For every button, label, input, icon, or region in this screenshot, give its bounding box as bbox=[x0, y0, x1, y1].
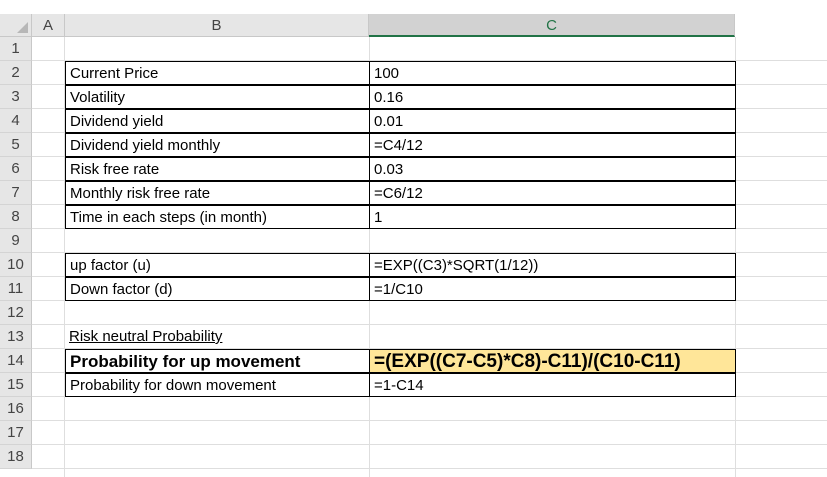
column-header-b[interactable]: B bbox=[65, 14, 369, 37]
select-all-button[interactable] bbox=[0, 14, 32, 37]
cell-c6[interactable]: 0.03 bbox=[369, 157, 736, 181]
cell-c8[interactable]: 1 bbox=[369, 205, 736, 229]
row-header-16[interactable]: 16 bbox=[0, 397, 32, 421]
cell-b15[interactable]: Probability for down movement bbox=[65, 373, 370, 397]
cell-c14[interactable]: =(EXP((C7-C5)*C8)-C11)/(C10-C11) bbox=[369, 349, 736, 373]
cell-b2[interactable]: Current Price bbox=[65, 61, 370, 85]
cell-b3[interactable]: Volatility bbox=[65, 85, 370, 109]
row-header-12[interactable]: 12 bbox=[0, 301, 32, 325]
cell-b13[interactable]: Risk neutral Probability bbox=[65, 325, 369, 349]
row-header-13[interactable]: 13 bbox=[0, 325, 32, 349]
select-all-triangle-icon bbox=[17, 22, 28, 33]
column-header-c[interactable]: C bbox=[369, 14, 735, 37]
row-header-14[interactable]: 14 bbox=[0, 349, 32, 373]
cell-c11[interactable]: =1/C10 bbox=[369, 277, 736, 301]
cell-c15[interactable]: =1-C14 bbox=[369, 373, 736, 397]
row-header-3[interactable]: 3 bbox=[0, 85, 32, 109]
gridline bbox=[32, 444, 827, 445]
row-header-2[interactable]: 2 bbox=[0, 61, 32, 85]
row-header-15[interactable]: 15 bbox=[0, 373, 32, 397]
row-header-1[interactable]: 1 bbox=[0, 37, 32, 61]
cell-c4[interactable]: 0.01 bbox=[369, 109, 736, 133]
cell-b11[interactable]: Down factor (d) bbox=[65, 277, 370, 301]
cell-b5[interactable]: Dividend yield monthly bbox=[65, 133, 370, 157]
row-header-17[interactable]: 17 bbox=[0, 421, 32, 445]
cell-c10[interactable]: =EXP((C3)*SQRT(1/12)) bbox=[369, 253, 736, 277]
row-header-11[interactable]: 11 bbox=[0, 277, 32, 301]
row-header-18[interactable]: 18 bbox=[0, 445, 32, 469]
cell-b8[interactable]: Time in each steps (in month) bbox=[65, 205, 370, 229]
row-header-5[interactable]: 5 bbox=[0, 133, 32, 157]
cell-c7[interactable]: =C6/12 bbox=[369, 181, 736, 205]
cell-c5[interactable]: =C4/12 bbox=[369, 133, 736, 157]
cell-b6[interactable]: Risk free rate bbox=[65, 157, 370, 181]
cell-b14[interactable]: Probability for up movement bbox=[65, 349, 370, 373]
row-header-4[interactable]: 4 bbox=[0, 109, 32, 133]
cell-b7[interactable]: Monthly risk free rate bbox=[65, 181, 370, 205]
cell-c3[interactable]: 0.16 bbox=[369, 85, 736, 109]
row-header-10[interactable]: 10 bbox=[0, 253, 32, 277]
top-strip bbox=[0, 0, 827, 14]
gridline bbox=[32, 420, 827, 421]
row-header-8[interactable]: 8 bbox=[0, 205, 32, 229]
row-header-9[interactable]: 9 bbox=[0, 229, 32, 253]
cell-b10[interactable]: up factor (u) bbox=[65, 253, 370, 277]
cell-b4[interactable]: Dividend yield bbox=[65, 109, 370, 133]
row-header-7[interactable]: 7 bbox=[0, 181, 32, 205]
gridline bbox=[32, 468, 827, 469]
column-header-a[interactable]: A bbox=[32, 14, 65, 37]
cell-c2[interactable]: 100 bbox=[369, 61, 736, 85]
row-header-6[interactable]: 6 bbox=[0, 157, 32, 181]
